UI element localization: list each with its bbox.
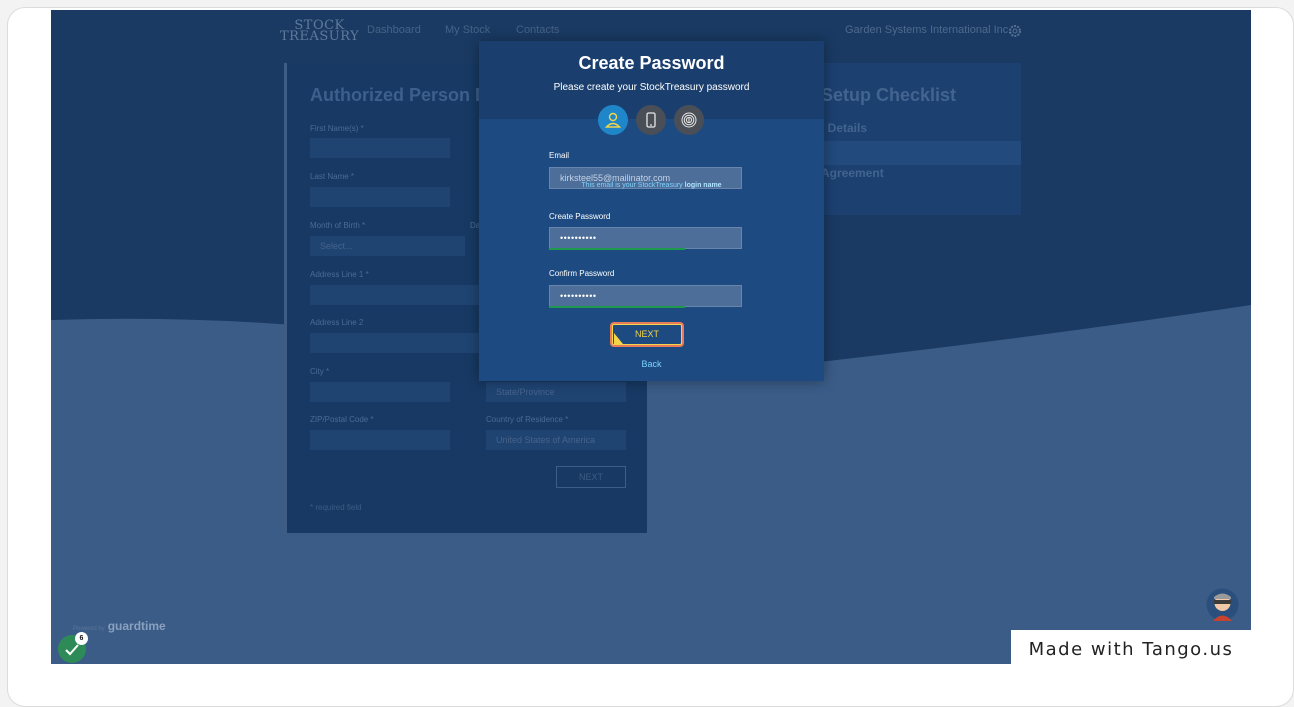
modal-title: Create Password: [578, 53, 725, 73]
country-label: Country of Residence *: [486, 415, 569, 424]
stocktreasury-logo[interactable]: STOCK TREASURY: [280, 19, 359, 43]
zip-input[interactable]: [310, 430, 450, 450]
step-phone: [636, 105, 666, 135]
checklist-item-agreement: Agreement: [821, 166, 884, 180]
gear-icon[interactable]: [1007, 23, 1023, 39]
address-line-2-input[interactable]: [310, 333, 480, 353]
tango-step-count: 6: [75, 632, 88, 645]
country-select[interactable]: United States of America: [486, 430, 626, 450]
create-password-strength-bar: [549, 248, 685, 250]
fingerprint-icon: [681, 112, 697, 128]
address-line-2-label: Address Line 2: [310, 318, 364, 327]
address-line-1-input[interactable]: [310, 285, 480, 305]
back-link[interactable]: Back: [479, 359, 824, 369]
phone-icon: [646, 112, 656, 128]
state-select[interactable]: State/Province: [486, 382, 626, 402]
guardtime-logo: guardtime: [107, 619, 166, 633]
zip-label: ZIP/Postal Code *: [310, 415, 374, 424]
checklist-title: Setup Checklist: [821, 85, 957, 105]
checklist-item-details: l Details: [821, 121, 868, 135]
month-of-birth-select[interactable]: Select...: [310, 236, 465, 256]
checklist-band: [821, 141, 1021, 165]
form-next-button[interactable]: NEXT: [556, 466, 626, 488]
create-password-field[interactable]: ••••••••••: [549, 227, 742, 249]
user-icon: [604, 112, 622, 128]
last-name-input[interactable]: [310, 187, 450, 207]
confirm-password-label: Confirm Password: [549, 269, 615, 278]
company-name: Garden Systems International Inc.: [845, 24, 1012, 36]
email-label: Email: [549, 151, 570, 160]
city-label: City *: [310, 367, 330, 376]
nav-contacts[interactable]: Contacts: [516, 24, 559, 36]
setup-checklist-panel: Setup Checklist l Details Agreement: [821, 63, 1021, 215]
create-password-label: Create Password: [549, 212, 611, 221]
month-of-birth-label: Month of Birth *: [310, 221, 366, 230]
login-name-hint: This email is your StockTreasury login n…: [581, 182, 722, 189]
last-name-label: Last Name *: [310, 172, 355, 181]
support-avatar-icon[interactable]: [1206, 588, 1239, 621]
first-name-input[interactable]: [310, 138, 450, 158]
nav-dashboard[interactable]: Dashboard: [367, 24, 421, 36]
required-field-note: * required field: [310, 503, 362, 512]
confirm-password-strength-bar: [549, 306, 685, 308]
step-user: [598, 105, 628, 135]
made-with-tango-banner[interactable]: Made with Tango.us: [1011, 630, 1251, 664]
nav-my-stock[interactable]: My Stock: [445, 24, 490, 36]
first-name-label: First Name(s) *: [310, 124, 364, 133]
form-title: Authorized Person Da: [310, 85, 499, 105]
powered-by-guardtime: Powered by guardtime: [73, 619, 166, 633]
tango-progress-badge[interactable]: 6: [58, 632, 88, 663]
cursor-pointer-icon: [614, 333, 623, 344]
step-fingerprint: [674, 105, 704, 135]
modal-subtitle: Please create your StockTreasury passwor…: [553, 82, 750, 93]
address-line-1-label: Address Line 1 *: [310, 270, 369, 279]
city-input[interactable]: [310, 382, 450, 402]
app-screen: STOCK TREASURY Dashboard My Stock Contac…: [51, 10, 1251, 664]
create-password-modal: Create Password Please create your Stock…: [479, 41, 824, 381]
next-button[interactable]: NEXT: [610, 322, 684, 347]
confirm-password-field[interactable]: ••••••••••: [549, 285, 742, 307]
